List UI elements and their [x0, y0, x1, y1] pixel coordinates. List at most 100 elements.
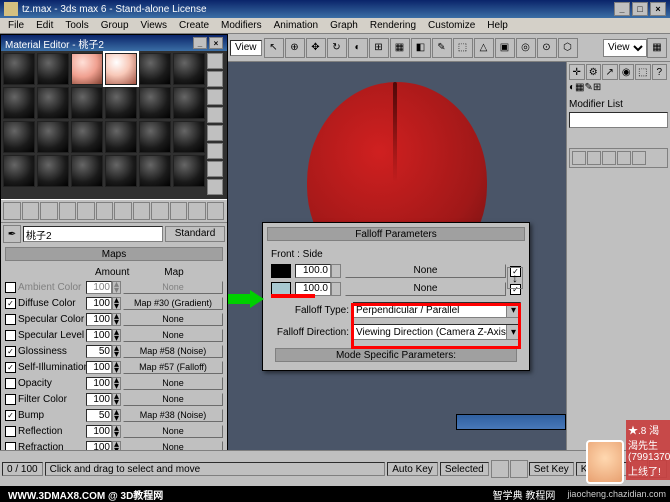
material-swatch[interactable] — [139, 121, 171, 153]
falloff-rollout-title[interactable]: Falloff Parameters — [267, 227, 525, 241]
material-swatch[interactable] — [3, 53, 35, 85]
material-swatch[interactable] — [173, 155, 205, 187]
map-amount-input[interactable]: 100 — [86, 281, 112, 294]
menubar[interactable]: FileEditToolsGroupViewsCreateModifiersAn… — [0, 18, 670, 34]
material-tool-button[interactable] — [77, 202, 95, 220]
viewport-tool-button[interactable]: ◧ — [411, 38, 431, 58]
material-swatch[interactable] — [71, 121, 103, 153]
swatch-tool-button[interactable] — [207, 179, 223, 195]
map-checkbox[interactable] — [5, 282, 16, 293]
material-tool-button[interactable] — [170, 202, 188, 220]
menu-tools[interactable]: Tools — [59, 20, 94, 31]
swatch-tool-button[interactable] — [207, 89, 223, 105]
material-swatch[interactable] — [139, 155, 171, 187]
material-tool-button[interactable] — [188, 202, 206, 220]
qq-notification[interactable]: ★.8 渴渴先生 (799137084)上线了! — [626, 420, 670, 480]
spinner[interactable] — [331, 264, 341, 278]
swatch-tool-button[interactable] — [207, 125, 223, 141]
material-tool-button[interactable] — [151, 202, 169, 220]
map-amount-input[interactable]: 100 — [86, 313, 112, 326]
swatch-tool-button[interactable] — [207, 53, 223, 69]
material-swatch[interactable] — [3, 155, 35, 187]
map-amount-input[interactable]: 100 — [86, 361, 112, 374]
menu-modifiers[interactable]: Modifiers — [215, 20, 268, 31]
map-slot-button[interactable]: Map #38 (Noise) — [123, 409, 223, 422]
viewport-tool-button[interactable]: ⬚ — [453, 38, 473, 58]
material-tool-button[interactable] — [3, 202, 21, 220]
viewport-tool-button[interactable]: ◎ — [516, 38, 536, 58]
modifier-stack-button[interactable] — [632, 151, 646, 165]
material-swatch[interactable] — [71, 53, 103, 85]
material-swatch[interactable] — [139, 53, 171, 85]
map-checkbox[interactable] — [5, 394, 16, 405]
material-tool-button[interactable] — [207, 202, 225, 220]
mat-close-button[interactable]: × — [209, 37, 223, 49]
maps-rollout-title[interactable]: Maps — [5, 247, 223, 261]
spinner[interactable]: ▴▾ — [112, 313, 121, 326]
map-checkbox[interactable]: ✓ — [5, 362, 16, 373]
material-editor-titlebar[interactable]: Material Editor - 桃子2 _ × — [1, 35, 227, 51]
viewport-tool-button[interactable]: ✥ — [306, 38, 326, 58]
falloff-type-dropdown[interactable]: Perpendicular / Parallel ▾ — [353, 302, 521, 318]
falloff-value-input[interactable]: 100.0 — [295, 264, 331, 278]
falloff-value-input[interactable]: 100.0 — [295, 282, 331, 296]
material-tool-button[interactable] — [114, 202, 132, 220]
map-slot-button[interactable]: None — [123, 393, 223, 406]
map-slot-button[interactable]: None — [123, 377, 223, 390]
menu-group[interactable]: Group — [95, 20, 135, 31]
material-tool-button[interactable] — [59, 202, 77, 220]
spinner[interactable]: ▴▾ — [112, 329, 121, 342]
viewport-tool-button[interactable]: ▣ — [495, 38, 515, 58]
map-slot-button[interactable]: None — [123, 425, 223, 438]
menu-help[interactable]: Help — [481, 20, 514, 31]
menu-animation[interactable]: Animation — [268, 20, 324, 31]
viewport-tool-button[interactable]: ⊙ — [537, 38, 557, 58]
viewport-tool-button[interactable]: ⊕ — [285, 38, 305, 58]
material-tool-button[interactable] — [96, 202, 114, 220]
falloff-map-button[interactable]: None — [345, 282, 506, 296]
map-checkbox[interactable] — [5, 314, 16, 325]
command-panel-subtab[interactable]: ⊞ — [593, 82, 601, 93]
modifier-stack-button[interactable] — [602, 151, 616, 165]
viewport-tool-button[interactable]: ↻ — [327, 38, 347, 58]
viewport-tool-button[interactable]: ⬡ — [558, 38, 578, 58]
material-swatch[interactable] — [139, 87, 171, 119]
menu-views[interactable]: Views — [135, 20, 174, 31]
material-swatch[interactable] — [105, 87, 137, 119]
map-checkbox[interactable] — [5, 330, 16, 341]
viewport-tool-button[interactable]: △ — [474, 38, 494, 58]
material-swatch[interactable] — [3, 87, 35, 119]
command-panel-tab[interactable]: ⚙ — [586, 64, 602, 80]
map-checkbox[interactable] — [5, 426, 16, 437]
material-type-button[interactable]: Standard — [165, 226, 225, 242]
play-button[interactable] — [491, 460, 509, 478]
color-swatch[interactable] — [271, 282, 291, 296]
spinner[interactable]: ▴▾ — [112, 281, 121, 294]
viewport-tool-button[interactable]: ▦ — [390, 38, 410, 58]
spinner[interactable]: ▴▾ — [112, 345, 121, 358]
material-swatch[interactable] — [173, 87, 205, 119]
menu-rendering[interactable]: Rendering — [364, 20, 422, 31]
material-swatch[interactable] — [173, 53, 205, 85]
command-panel-tab[interactable]: ⬚ — [635, 64, 651, 80]
map-amount-input[interactable]: 100 — [86, 377, 112, 390]
material-tool-button[interactable] — [22, 202, 40, 220]
falloff-map-button[interactable]: None — [345, 264, 506, 278]
map-amount-input[interactable]: 100 — [86, 297, 112, 310]
falloff-direction-dropdown[interactable]: Viewing Direction (Camera Z-Axis) ▾ — [353, 324, 521, 340]
material-swatch[interactable] — [105, 53, 137, 85]
menu-edit[interactable]: Edit — [30, 20, 59, 31]
menu-file[interactable]: File — [2, 20, 30, 31]
set-key-button[interactable]: Set Key — [529, 462, 574, 476]
modifier-list-dropdown[interactable] — [569, 112, 668, 128]
viewport-tool-button[interactable]: ↖ — [264, 38, 284, 58]
key-button[interactable] — [510, 460, 528, 478]
material-swatch[interactable] — [37, 53, 69, 85]
material-swatch[interactable] — [37, 87, 69, 119]
viewport-tool-button[interactable]: ✎ — [432, 38, 452, 58]
map-amount-input[interactable]: 100 — [86, 393, 112, 406]
map-slot-button[interactable]: None — [123, 281, 223, 294]
map-amount-input[interactable]: 50 — [86, 345, 112, 358]
material-swatch[interactable] — [173, 121, 205, 153]
modifier-stack-button[interactable] — [617, 151, 631, 165]
